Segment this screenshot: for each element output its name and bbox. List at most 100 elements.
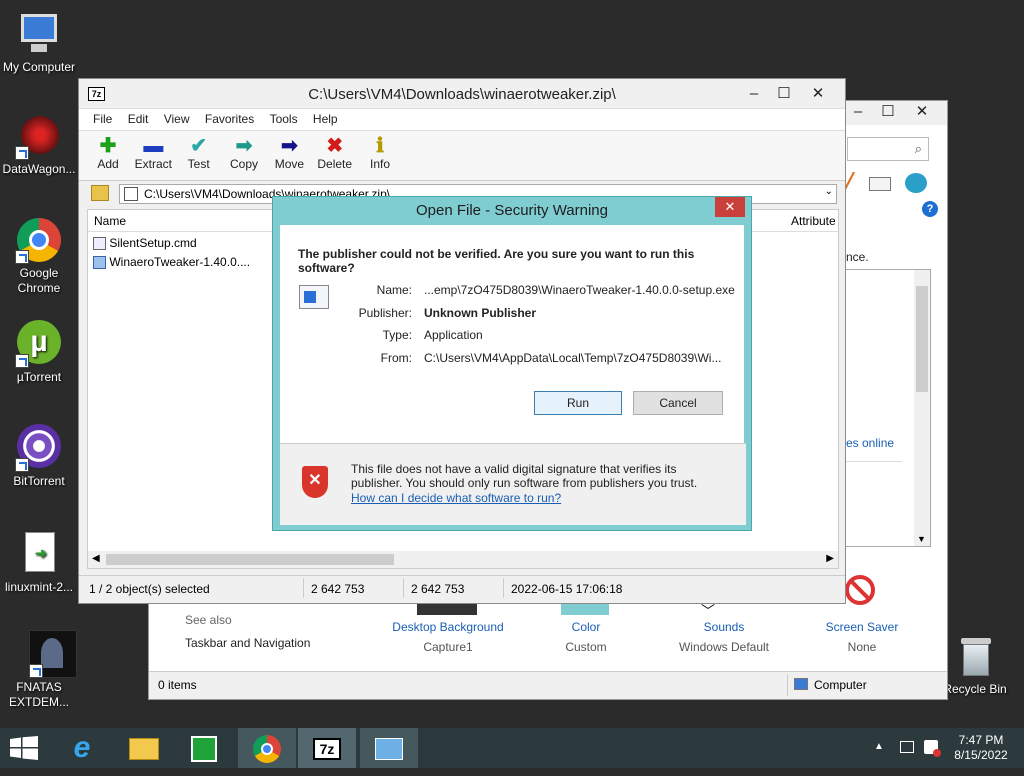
file-name: WinaeroTweaker-1.40.0.... — [109, 255, 251, 269]
show-hidden-icons[interactable]: ▲ — [874, 741, 884, 752]
copy-arrow-icon: ➡ — [235, 135, 253, 157]
file-icon: ➜ — [15, 530, 63, 578]
taskbar-internet-explorer[interactable]: e — [58, 728, 106, 768]
menu-favorites[interactable]: Favorites — [199, 109, 260, 126]
scroll-down-icon[interactable]: ▼ — [917, 534, 926, 544]
desktop-icon-utorrent[interactable]: µ µTorrent — [0, 320, 78, 385]
utorrent-icon: µ — [15, 320, 63, 368]
search-icon: ⌕ — [914, 141, 922, 156]
desktop-icon-datawagon[interactable]: DataWagon... — [0, 112, 78, 177]
desktop-icon-google-chrome[interactable]: Google Chrome — [0, 216, 78, 296]
taskbar-control-panel[interactable] — [360, 728, 418, 768]
desktop-icon-my-computer[interactable]: My Computer — [0, 10, 78, 75]
menu-file[interactable]: File — [87, 109, 118, 126]
scrollbar-thumb[interactable] — [916, 286, 928, 392]
up-folder-icon[interactable] — [91, 185, 109, 201]
color-thumb[interactable] — [561, 603, 609, 615]
start-button[interactable] — [0, 728, 48, 768]
info-button[interactable]: ℹ Info — [359, 131, 401, 171]
item-value: Custom — [565, 640, 607, 654]
menu-help[interactable]: Help — [307, 109, 344, 126]
table-row[interactable]: WinaeroTweaker-1.40.0.... — [93, 255, 250, 271]
add-button[interactable]: ✚ Add — [87, 131, 129, 171]
sounds-icon[interactable]: ﹀ — [701, 601, 715, 621]
taskbar-store[interactable] — [180, 728, 228, 768]
minimize-button[interactable]: – — [739, 83, 769, 105]
horizontal-scrollbar[interactable]: ◀ ▶ — [88, 551, 838, 568]
action-center-icon[interactable] — [924, 740, 941, 757]
column-name[interactable]: Name — [94, 214, 126, 228]
field-label: Publisher: — [358, 306, 412, 320]
color-item[interactable]: Color Custom — [517, 620, 655, 654]
screen-saver-item[interactable]: Screen Saver None — [793, 620, 931, 654]
menu-view[interactable]: View — [158, 109, 196, 126]
desktop-background-item[interactable]: Desktop Background Capture1 — [379, 620, 517, 654]
close-button[interactable]: ✕ — [907, 101, 937, 123]
close-button[interactable]: ✕ — [803, 83, 833, 105]
button-label: Move — [274, 157, 305, 171]
scrollbar-thumb[interactable] — [106, 554, 394, 565]
online-themes-link[interactable]: es online — [846, 436, 894, 450]
description-text: nce. — [846, 250, 869, 264]
run-button[interactable]: Run — [534, 391, 622, 415]
clock[interactable]: 7:47 PM 8/15/2022 — [946, 733, 1016, 763]
add-icon: ✚ — [99, 135, 117, 157]
personalize-items: Desktop Background Capture1 Color Custom… — [379, 620, 939, 660]
maximize-button[interactable]: ☐ — [873, 101, 903, 123]
status-divider — [403, 578, 404, 598]
search-box[interactable]: ⌕ — [847, 137, 929, 161]
shortcut-arrow-icon — [15, 458, 29, 472]
maximize-button[interactable]: ☐ — [769, 83, 799, 105]
desktop-icon-fnatas[interactable]: FNATAS EXTDEM... — [0, 630, 78, 710]
taskbar-file-explorer[interactable] — [120, 728, 168, 768]
status-divider — [303, 578, 304, 598]
help-icon[interactable]: ? — [922, 201, 938, 217]
button-label: Copy — [230, 157, 259, 171]
move-button[interactable]: ➡ Move — [268, 131, 310, 171]
screen-saver-icon[interactable] — [845, 575, 879, 611]
shortcut-arrow-icon — [15, 250, 29, 264]
clock-time: 7:47 PM — [958, 733, 1004, 747]
taskbar-7zip[interactable]: 7z — [298, 728, 356, 768]
recycle-bin-icon — [951, 632, 999, 680]
desktop-icon-bittorrent[interactable]: BitTorrent — [0, 424, 78, 489]
status-bar: 1 / 2 object(s) selected 2 642 753 2 642… — [79, 575, 845, 601]
display-icon[interactable] — [869, 177, 891, 191]
dialog-body: The publisher could not be verified. Are… — [280, 225, 746, 525]
list-scrollbar[interactable]: ▼ — [914, 270, 930, 546]
menu-tools[interactable]: Tools — [264, 109, 304, 126]
copy-button[interactable]: ➡ Copy — [223, 131, 265, 171]
network-icon[interactable] — [900, 741, 914, 753]
extract-button[interactable]: ▬ Extract — [132, 131, 174, 171]
table-row[interactable]: SilentSetup.cmd — [93, 236, 197, 252]
list-divider — [846, 461, 902, 462]
chevron-down-icon[interactable]: ⌄ — [825, 186, 833, 197]
file-name: SilentSetup.cmd — [109, 236, 197, 250]
help-link[interactable]: How can I decide what software to run? — [351, 491, 561, 505]
status-divider — [503, 578, 504, 598]
scroll-right-icon[interactable]: ▶ — [826, 553, 834, 564]
status-size: 2 642 753 — [311, 582, 365, 596]
theme-icon[interactable] — [905, 173, 927, 193]
menu-edit[interactable]: Edit — [122, 109, 155, 126]
taskbar-chrome[interactable] — [238, 728, 296, 768]
column-attributes[interactable]: Attribute — [791, 214, 836, 228]
delete-button[interactable]: ✖ Delete — [314, 131, 356, 171]
clock-date: 8/15/2022 — [954, 748, 1008, 762]
dialog-close-button[interactable]: ✕ — [715, 197, 745, 217]
window-titlebar: 7z C:\Users\VM4\Downloads\winaerotweaker… — [79, 79, 845, 109]
windows-logo-icon — [10, 736, 38, 760]
move-arrow-icon: ➡ — [280, 135, 298, 157]
desktop-background-thumb[interactable] — [417, 603, 477, 615]
cancel-button[interactable]: Cancel — [633, 391, 723, 415]
test-button[interactable]: ✔ Test — [178, 131, 220, 171]
field-value: Unknown Publisher — [424, 306, 537, 320]
taskbar-navigation-link[interactable]: Taskbar and Navigation — [185, 636, 310, 650]
scroll-left-icon[interactable]: ◀ — [92, 553, 100, 564]
minimize-button[interactable]: – — [843, 101, 873, 123]
status-date: 2022-06-15 17:06:18 — [511, 582, 623, 596]
datawagon-icon — [15, 112, 63, 160]
sounds-item[interactable]: Sounds Windows Default — [655, 620, 793, 654]
desktop-icon-linuxmint[interactable]: ➜ linuxmint-2... — [0, 530, 78, 595]
cmd-file-icon — [93, 237, 106, 251]
